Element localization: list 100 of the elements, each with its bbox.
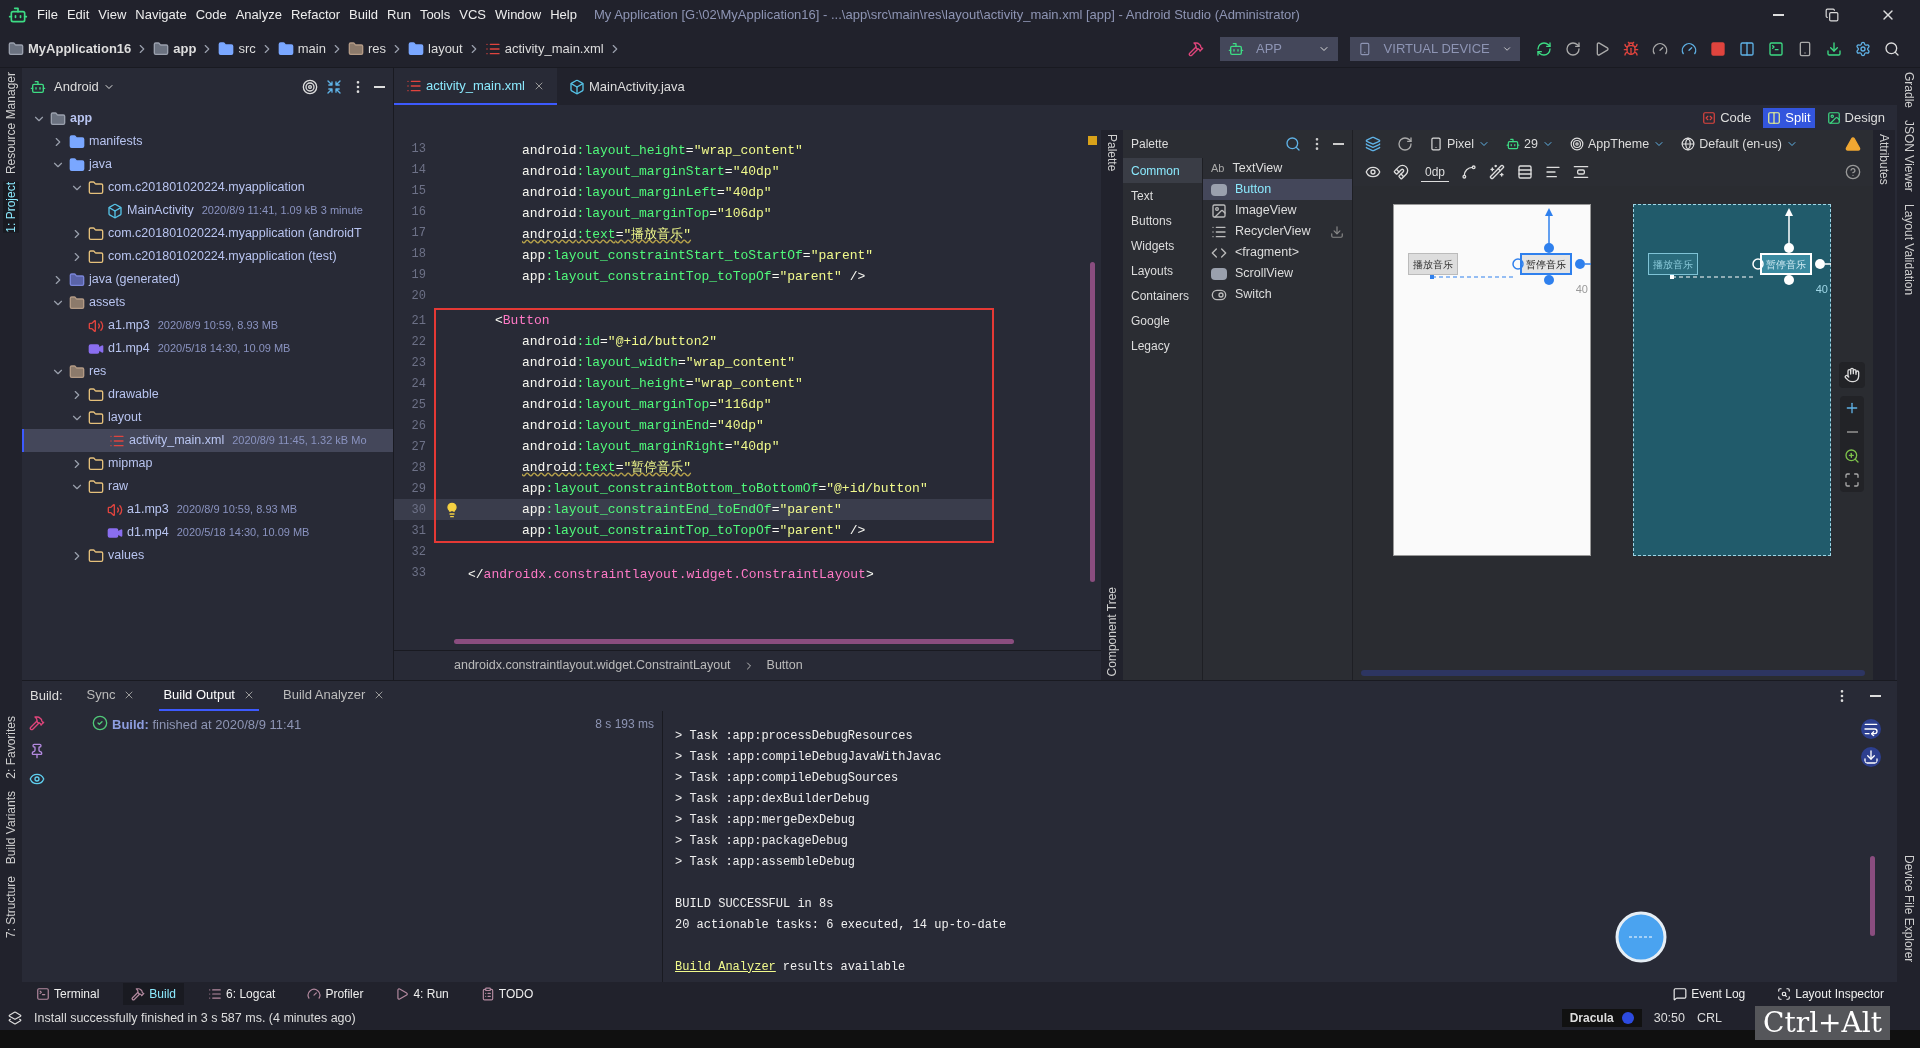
- palette-item[interactable]: Button: [1203, 179, 1352, 200]
- tree-item[interactable]: d1.mp4 2020/5/18 14:30, 10.09 MB: [22, 337, 393, 360]
- palette-category[interactable]: Widgets: [1123, 233, 1202, 258]
- menu-item[interactable]: Navigate: [135, 5, 187, 25]
- theme-dropdown[interactable]: AppTheme: [1570, 134, 1666, 154]
- breadcrumb[interactable]: Button: [766, 656, 803, 675]
- tree-item[interactable]: com.c201801020224.myapplication (androidT: [22, 222, 393, 245]
- tool-window-tab[interactable]: Gradle: [1900, 72, 1917, 109]
- preview-button[interactable]: 播放音乐: [1408, 253, 1458, 275]
- palette-category[interactable]: Text: [1123, 183, 1202, 208]
- caret-position[interactable]: 30:50: [1653, 1008, 1685, 1028]
- tool-window-tab[interactable]: Resource Manager: [3, 72, 19, 175]
- menu-item[interactable]: Build: [349, 5, 378, 25]
- build-tab[interactable]: Sync: [82, 681, 140, 711]
- breadcrumb[interactable]: app: [153, 38, 197, 59]
- palette-item[interactable]: RecyclerView: [1203, 221, 1352, 242]
- tree-item[interactable]: a1.mp3 2020/8/9 10:59, 8.93 MB: [22, 498, 393, 521]
- menu-item[interactable]: Analyze: [235, 5, 282, 25]
- tool-window-button[interactable]: Build: [123, 983, 185, 1005]
- tree-item[interactable]: d1.mp4 2020/5/18 14:30, 10.09 MB: [22, 521, 393, 544]
- tool-window-tab[interactable]: Device File Explorer: [1900, 854, 1917, 962]
- menu-item[interactable]: Run: [387, 5, 411, 25]
- menu-item[interactable]: VCS: [459, 5, 486, 25]
- tool-window-tab[interactable]: Palette: [1104, 134, 1120, 172]
- tool-window-tab[interactable]: Attributes: [1876, 134, 1892, 185]
- editor-tab[interactable]: MainActivity.java: [556, 68, 697, 105]
- download-icon[interactable]: [1330, 224, 1344, 239]
- tree-item[interactable]: com.c201801020224.myapplication: [22, 176, 393, 199]
- scrollbar-thumb[interactable]: [1870, 856, 1875, 936]
- tree-item[interactable]: layout: [22, 406, 393, 429]
- menu-item[interactable]: Window: [494, 5, 542, 25]
- palette-item[interactable]: ScrollView: [1203, 263, 1352, 284]
- palette-category[interactable]: Layouts: [1123, 258, 1202, 283]
- device-dropdown[interactable]: Pixel: [1429, 134, 1491, 154]
- tool-window-button[interactable]: Profiler: [299, 983, 372, 1005]
- palette-category[interactable]: Google: [1123, 308, 1202, 333]
- build-result[interactable]: Build: finished at 2020/8/9 11:41: [112, 715, 302, 735]
- line-separator[interactable]: CRL: [1697, 1008, 1722, 1028]
- tree-item[interactable]: java (generated): [22, 268, 393, 291]
- breadcrumb[interactable]: activity_main.xml: [484, 38, 604, 59]
- view-mode-tab[interactable]: Code: [1698, 107, 1756, 128]
- tree-item[interactable]: assets: [22, 291, 393, 314]
- tree-item[interactable]: a1.mp3 2020/8/9 10:59, 8.93 MB: [22, 314, 393, 337]
- minimize-icon[interactable]: [374, 85, 385, 88]
- tree-item[interactable]: raw: [22, 475, 393, 498]
- scrollbar-thumb[interactable]: [1090, 262, 1095, 582]
- breadcrumb[interactable]: layout: [408, 38, 463, 59]
- palette-category[interactable]: Containers: [1123, 283, 1202, 308]
- menu-item[interactable]: Refactor: [290, 5, 341, 25]
- console-link[interactable]: Build Analyzer: [675, 957, 776, 976]
- menu-item[interactable]: View: [98, 5, 127, 25]
- tool-window-tab[interactable]: Build Variants: [3, 790, 19, 864]
- palette-category[interactable]: Common: [1123, 158, 1202, 183]
- breadcrumb[interactable]: src: [218, 38, 256, 59]
- palette-item[interactable]: ImageView: [1203, 200, 1352, 221]
- tree-item[interactable]: drawable: [22, 383, 393, 406]
- editor-tab[interactable]: activity_main.xml: [394, 68, 557, 105]
- tool-window-tab[interactable]: Layout Validation: [1900, 203, 1917, 296]
- build-tab[interactable]: Build Output: [159, 681, 259, 711]
- api-dropdown[interactable]: 29: [1506, 134, 1554, 154]
- theme-indicator[interactable]: Dracula: [1561, 1009, 1642, 1027]
- tool-window-tab[interactable]: Component Tree: [1104, 586, 1120, 676]
- menu-item[interactable]: Code: [195, 5, 227, 25]
- preview-button[interactable]: 暂停音乐: [1520, 253, 1572, 275]
- tree-item[interactable]: values: [22, 544, 393, 567]
- tool-window-button[interactable]: 6: Logcat: [200, 983, 284, 1005]
- tool-window-tab[interactable]: 7: Structure: [3, 875, 19, 938]
- menu-item[interactable]: Help: [550, 5, 577, 25]
- view-mode-tab[interactable]: Design: [1822, 107, 1889, 128]
- tree-item[interactable]: java: [22, 153, 393, 176]
- locale-dropdown[interactable]: Default (en-us): [1681, 134, 1798, 154]
- tool-window-button[interactable]: Terminal: [28, 983, 108, 1005]
- tool-window-tab[interactable]: 2: Favorites: [3, 716, 19, 779]
- menu-item[interactable]: File: [37, 5, 58, 25]
- pan-button[interactable]: [1839, 362, 1865, 388]
- tree-item[interactable]: activity_main.xml 2020/8/9 11:45, 1.32 kB Mo: [22, 429, 393, 452]
- default-margin-field[interactable]: 0dp: [1421, 162, 1450, 182]
- tool-window-button[interactable]: 4: Run: [387, 983, 457, 1005]
- tool-window-tab[interactable]: JSON Viewer: [1900, 120, 1917, 192]
- breadcrumb[interactable]: main: [277, 38, 326, 59]
- tool-window-button[interactable]: TODO: [472, 983, 542, 1005]
- palette-category[interactable]: Buttons: [1123, 208, 1202, 233]
- build-tab[interactable]: Build Analyzer: [279, 681, 390, 711]
- breadcrumb[interactable]: MyApplication16: [8, 38, 132, 59]
- breadcrumb[interactable]: androidx.constraintlayout.widget.ConstraintLayout: [454, 656, 731, 675]
- menu-item[interactable]: Edit: [66, 5, 90, 25]
- project-view-dropdown[interactable]: Android: [54, 76, 115, 97]
- tree-item[interactable]: mipmap: [22, 452, 393, 475]
- scrollbar-thumb[interactable]: [454, 639, 1014, 644]
- palette-category[interactable]: Legacy: [1123, 333, 1202, 358]
- tool-window-tab[interactable]: 1: Project: [3, 182, 19, 233]
- palette-item[interactable]: Switch: [1203, 284, 1352, 305]
- palette-item[interactable]: <fragment>: [1203, 242, 1352, 263]
- tree-item[interactable]: MainActivity 2020/8/9 11:41, 1.09 kB 3 minute: [22, 199, 393, 222]
- tool-window-button[interactable]: Event Log: [1665, 983, 1754, 1005]
- tree-item[interactable]: app: [22, 107, 393, 130]
- tree-item[interactable]: com.c201801020224.myapplication (test): [22, 245, 393, 268]
- view-mode-tab[interactable]: Split: [1763, 107, 1815, 128]
- menu-item[interactable]: Tools: [419, 5, 451, 25]
- tree-item[interactable]: res: [22, 360, 393, 383]
